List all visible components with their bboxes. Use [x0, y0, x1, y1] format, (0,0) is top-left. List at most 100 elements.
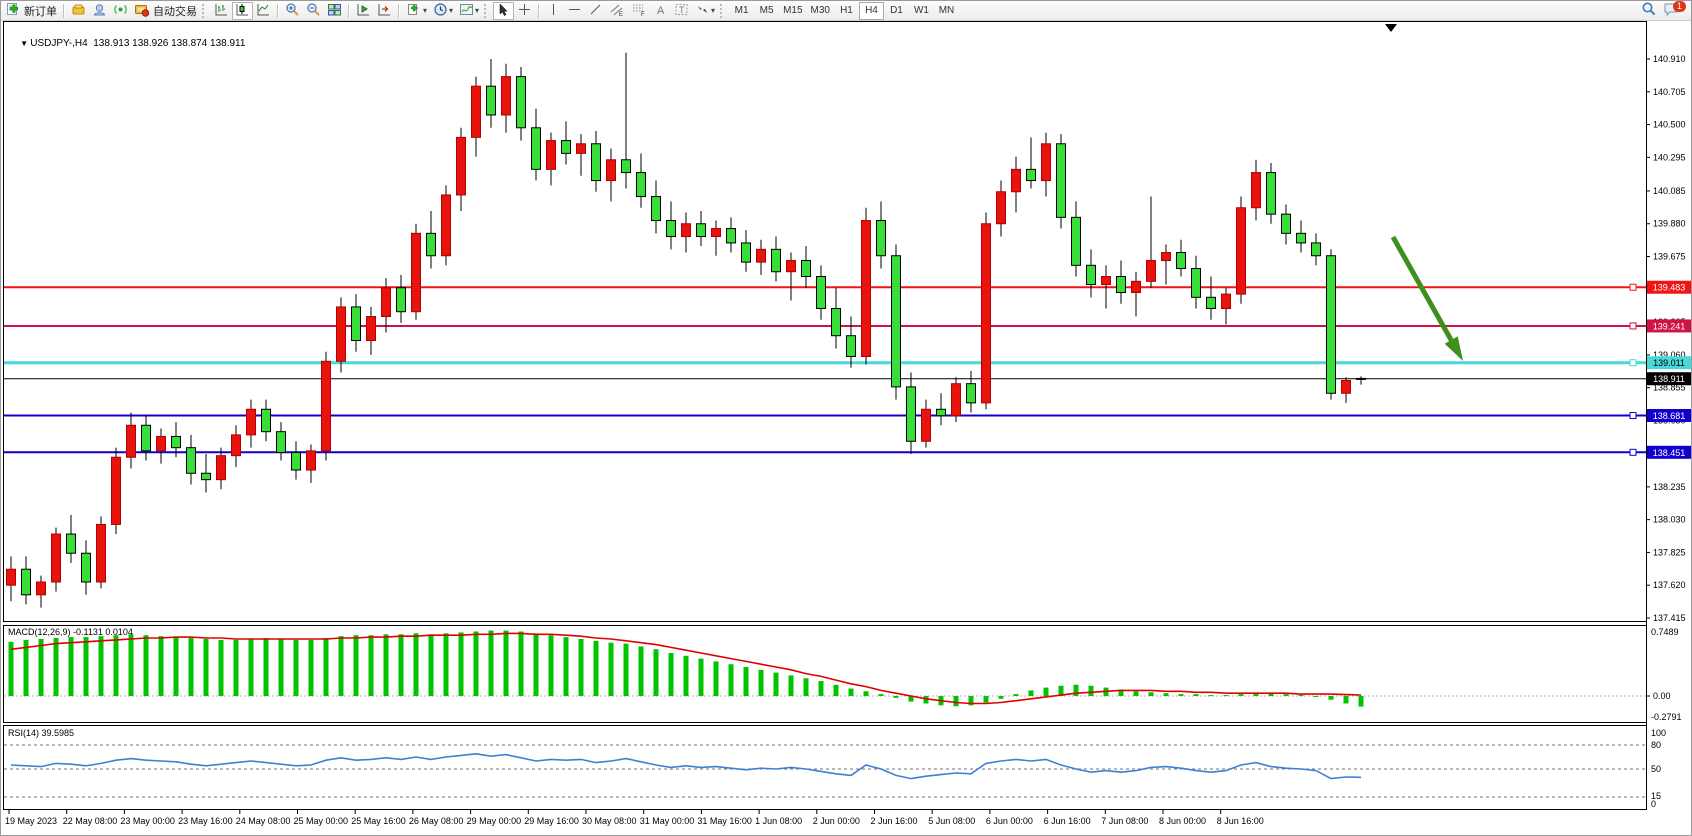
separator — [63, 4, 65, 18]
svg-text:8 Jun 00:00: 8 Jun 00:00 — [1159, 816, 1206, 826]
candlestick-chart-button[interactable] — [232, 2, 253, 20]
search-button[interactable] — [1638, 2, 1660, 20]
timeframe-M5[interactable]: M5 — [754, 2, 779, 20]
notification-badge: 1 — [1673, 1, 1686, 12]
equidistant-channel-icon: E — [609, 2, 625, 20]
tile-windows-button[interactable] — [324, 2, 345, 20]
svg-text:50: 50 — [1651, 764, 1661, 774]
timeframe-MN[interactable]: MN — [934, 2, 959, 20]
svg-text:137.620: 137.620 — [1653, 580, 1686, 590]
svg-text:31 May 16:00: 31 May 16:00 — [697, 816, 752, 826]
toolbar-grip — [720, 4, 725, 18]
timeframe-M30[interactable]: M30 — [807, 2, 834, 20]
chart-shift-icon — [377, 2, 392, 20]
chevron-down-icon: ▾ — [449, 6, 453, 15]
timeframe-D1[interactable]: D1 — [884, 2, 909, 20]
cursor-button[interactable] — [493, 2, 514, 20]
svg-text:29 May 16:00: 29 May 16:00 — [524, 816, 579, 826]
svg-text:23 May 16:00: 23 May 16:00 — [178, 816, 233, 826]
svg-text:23 May 00:00: 23 May 00:00 — [120, 816, 175, 826]
arrows-button[interactable]: ▾ — [692, 2, 718, 20]
signals-button[interactable] — [110, 2, 131, 20]
new-template-icon — [406, 2, 422, 20]
svg-text:1 Jun 08:00: 1 Jun 08:00 — [755, 816, 802, 826]
svg-text:31 May 00:00: 31 May 00:00 — [640, 816, 695, 826]
timeframe-M15[interactable]: M15 — [779, 2, 806, 20]
chart-title: ▼ USDJPY-,H4 138.913 138.926 138.874 138… — [9, 27, 245, 60]
chat-button[interactable]: 1 — [1660, 2, 1683, 20]
svg-text:6 Jun 16:00: 6 Jun 16:00 — [1044, 816, 1091, 826]
bar-chart-button[interactable] — [211, 2, 232, 20]
fibonacci-button[interactable]: F — [628, 2, 650, 20]
mt4-window: 新订单 自动交易 ▾ ▾ ▾ E F A T ▾ — [0, 0, 1692, 836]
text-label-icon: T — [674, 2, 689, 20]
new-order-label: 新订单 — [24, 3, 57, 19]
chevron-down-icon: ▾ — [711, 6, 715, 15]
svg-text:138.681: 138.681 — [1653, 411, 1686, 421]
svg-text:8 Jun 16:00: 8 Jun 16:00 — [1217, 816, 1264, 826]
new-template-button[interactable]: ▾ — [403, 2, 430, 20]
chart-canvas[interactable]: 140.910140.705140.500140.295140.085139.8… — [1, 21, 1692, 836]
svg-text:-0.2791: -0.2791 — [1651, 712, 1682, 722]
indicators-button[interactable]: ▾ — [456, 2, 482, 20]
trendline-button[interactable] — [585, 2, 606, 20]
equidistant-channel-button[interactable]: E — [606, 2, 628, 20]
svg-text:138.451: 138.451 — [1653, 448, 1686, 458]
arrows-icon — [695, 2, 710, 20]
crosshair-button[interactable] — [514, 2, 535, 20]
separator — [348, 4, 350, 18]
auto-scroll-button[interactable] — [353, 2, 374, 20]
svg-text:139.011: 139.011 — [1653, 358, 1685, 368]
svg-text:138.030: 138.030 — [1653, 515, 1686, 525]
svg-text:25 May 00:00: 25 May 00:00 — [294, 816, 349, 826]
svg-text:80: 80 — [1651, 740, 1661, 750]
crosshair-icon — [517, 2, 532, 20]
svg-text:138.235: 138.235 — [1653, 482, 1686, 492]
svg-text:22 May 08:00: 22 May 08:00 — [63, 816, 118, 826]
svg-text:138.911: 138.911 — [1653, 374, 1685, 384]
timeframe-H4[interactable]: H4 — [859, 2, 884, 20]
svg-text:140.705: 140.705 — [1653, 87, 1686, 97]
svg-text:19 May 2023: 19 May 2023 — [5, 816, 57, 826]
text-button[interactable]: A — [650, 2, 671, 20]
zoom-out-button[interactable] — [303, 2, 324, 20]
svg-text:137.825: 137.825 — [1653, 547, 1686, 557]
svg-text:F: F — [641, 12, 645, 17]
zoom-in-icon — [285, 2, 300, 20]
auto-scroll-icon — [356, 2, 371, 20]
chart-shift-button[interactable] — [374, 2, 395, 20]
period-button[interactable]: ▾ — [430, 2, 456, 20]
timeframe-M1[interactable]: M1 — [729, 2, 754, 20]
macd-label: MACD(12,26,9) -0.1131 0.0104 — [8, 627, 133, 637]
vertical-line-button[interactable] — [543, 2, 564, 20]
autotrading-button[interactable]: 自动交易 — [131, 2, 200, 20]
text-label-button[interactable]: T — [671, 2, 692, 20]
svg-text:0.00: 0.00 — [1653, 691, 1671, 701]
svg-text:140.910: 140.910 — [1653, 54, 1686, 64]
zoom-in-button[interactable] — [282, 2, 303, 20]
svg-text:0.7489: 0.7489 — [1651, 627, 1679, 637]
svg-text:140.500: 140.500 — [1653, 120, 1686, 130]
svg-text:2 Jun 00:00: 2 Jun 00:00 — [813, 816, 860, 826]
chart-collapse-icon[interactable]: ▼ — [20, 39, 30, 48]
search-icon — [1641, 1, 1657, 20]
chevron-down-icon: ▾ — [475, 6, 479, 15]
toolbar-grip — [484, 4, 489, 18]
community-button[interactable] — [89, 2, 110, 20]
horizontal-line-button[interactable] — [564, 2, 585, 20]
line-chart-button[interactable] — [253, 2, 274, 20]
accounts-button[interactable] — [68, 2, 89, 20]
horizontal-line-icon — [567, 2, 582, 20]
text-icon: A — [653, 2, 668, 20]
timeframe-W1[interactable]: W1 — [909, 2, 934, 20]
rsi-label: RSI(14) 39.5985 — [8, 728, 74, 738]
zoom-out-icon — [306, 2, 321, 20]
svg-text:139.241: 139.241 — [1653, 321, 1686, 331]
svg-text:7 Jun 08:00: 7 Jun 08:00 — [1101, 816, 1148, 826]
svg-text:A: A — [657, 5, 665, 17]
new-order-button[interactable]: 新订单 — [3, 2, 60, 20]
svg-text:140.085: 140.085 — [1653, 186, 1686, 196]
fibonacci-icon: F — [631, 2, 647, 20]
timeframe-H1[interactable]: H1 — [834, 2, 859, 20]
svg-text:29 May 00:00: 29 May 00:00 — [467, 816, 522, 826]
